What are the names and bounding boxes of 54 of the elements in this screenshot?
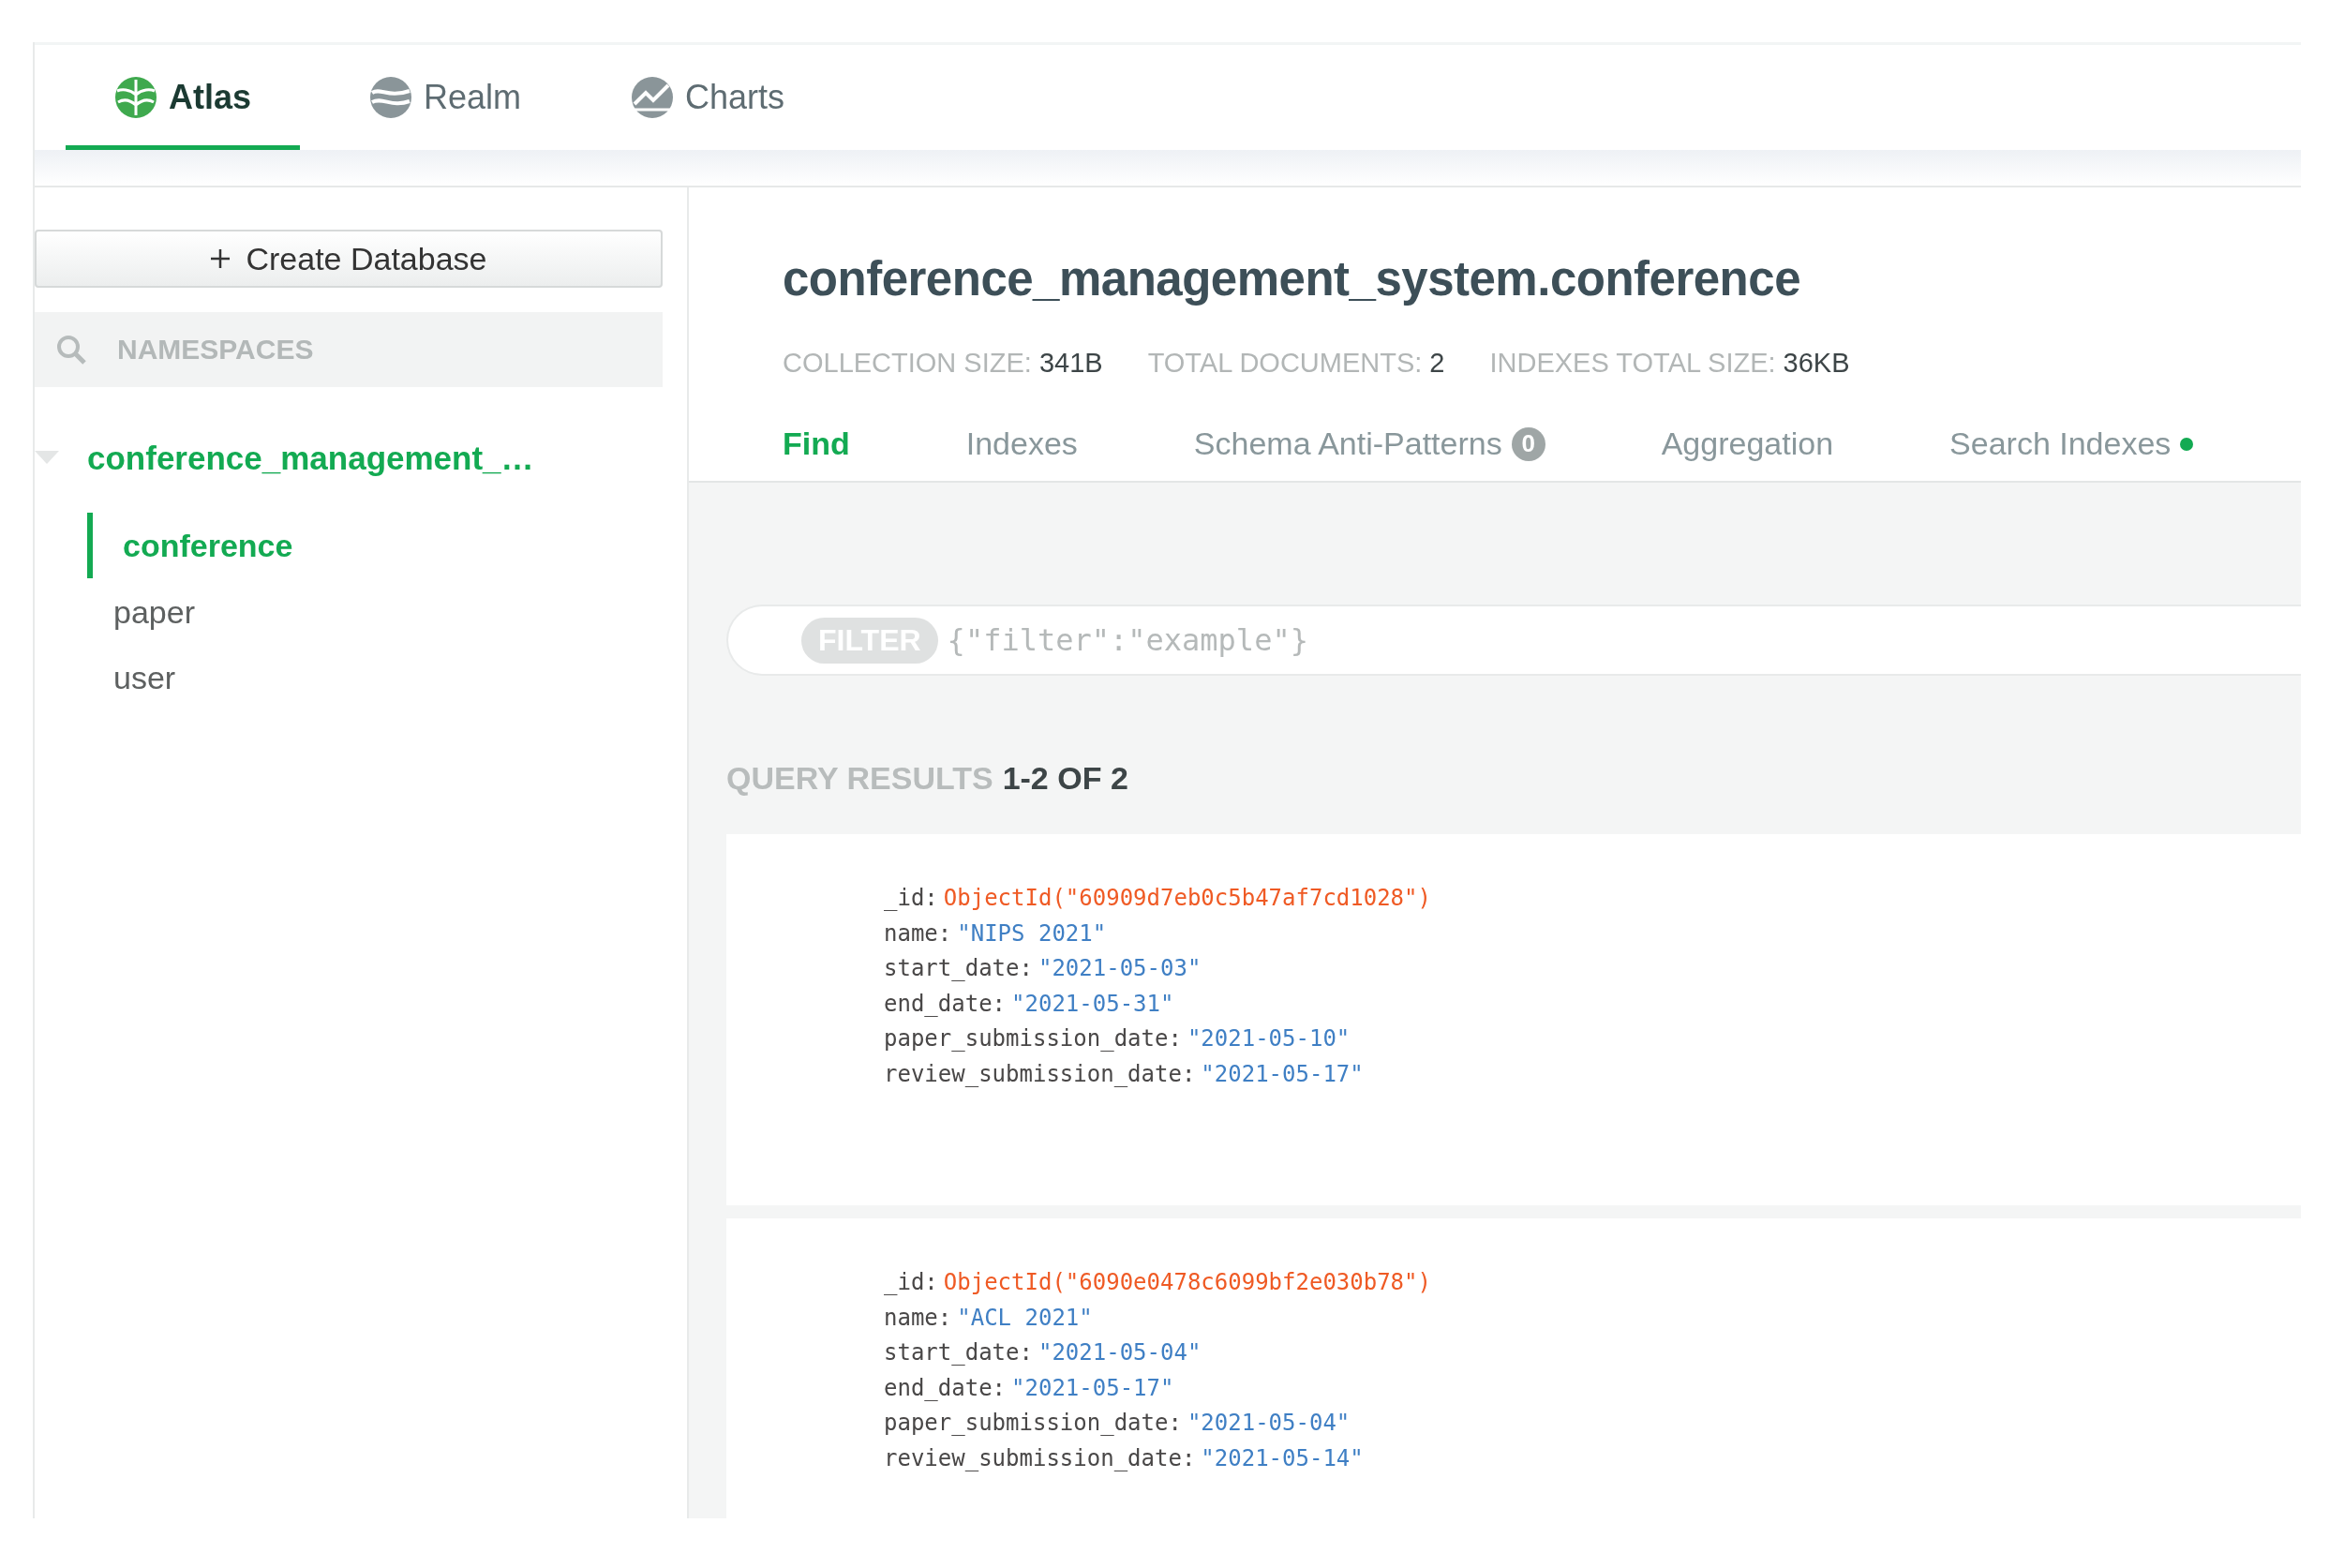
field-value: "2021-05-04" [1187,1409,1351,1438]
field-key: review_submission_date: [884,1441,1196,1476]
field-key: end_date: [884,1370,1007,1406]
results-label: QUERY RESULTS [726,760,993,797]
field-key: start_date: [884,1336,1033,1371]
field-value: "2021-05-17" [1011,1373,1174,1403]
field-value: "2021-05-04" [1038,1338,1202,1367]
stat-value: 36KB [1783,348,1850,379]
plus-icon [210,248,231,269]
field-key: start_date: [884,951,1033,987]
namespace-search-input[interactable]: NAMESPACES [115,333,663,366]
collection-tab[interactable]: Indexes [945,412,1098,481]
collection-tab[interactable]: Search Indexes [1929,412,2215,481]
filter-input[interactable]: {"filter":"example"} [945,621,2301,659]
field-key: name: [884,1300,952,1336]
stat-label: INDEXES TOTAL SIZE: [1489,348,1776,379]
field-key: paper_submission_date: [884,1406,1182,1441]
leaf-logo-icon [114,75,157,119]
product-tab[interactable]: Charts [590,45,825,150]
line-chart-logo-icon [631,75,674,119]
field-key: name: [884,916,952,951]
field-value: "2021-05-03" [1038,954,1202,983]
stat-label: TOTAL DOCUMENTS: [1147,348,1423,379]
field-value: ObjectId("6090e0478c6099bf2e030b78") [943,1268,1431,1297]
results-count: 1-2 OF 2 [1002,760,1128,797]
field-value: "2021-05-17" [1201,1059,1364,1089]
wave-logo-icon [369,75,412,119]
field-value: "2021-05-10" [1187,1024,1351,1053]
field-key: _id: [884,1265,938,1301]
field-key: end_date: [884,986,1007,1022]
collection-tab[interactable]: Schema Anti-Patterns 0 [1172,412,1566,481]
field-value: "NIPS 2021" [957,918,1107,948]
count-badge: 0 [1511,426,1545,461]
collection-title: conference_management_system.conference [783,251,1801,306]
stat-value: 341B [1038,348,1103,379]
product-tab[interactable]: Realm [328,45,562,150]
create-database-button[interactable]: Create Database [35,230,663,288]
field-value: "2021-05-31" [1011,989,1174,1019]
stat-label: COLLECTION SIZE: [783,348,1032,379]
search-icon [55,334,87,366]
collection-item[interactable]: paper [113,580,687,644]
stat-value: 2 [1429,348,1445,379]
field-value: "2021-05-14" [1201,1443,1364,1473]
field-value: "ACL 2021" [957,1303,1093,1333]
field-key: _id: [884,881,938,917]
field-key: paper_submission_date: [884,1022,1182,1057]
field-value: ObjectId("60909d7eb0c5b47af7cd1028") [943,884,1431,913]
collection-tab[interactable]: Aggregation [1640,412,1855,481]
database-name[interactable]: conference_management_… [87,440,534,477]
collection-item[interactable]: user [113,646,687,709]
caret-icon[interactable] [35,451,59,466]
field-key: review_submission_date: [884,1056,1196,1092]
collection-tab[interactable]: Find [762,412,871,481]
namespace-search-field[interactable]: NAMESPACES [35,312,663,387]
